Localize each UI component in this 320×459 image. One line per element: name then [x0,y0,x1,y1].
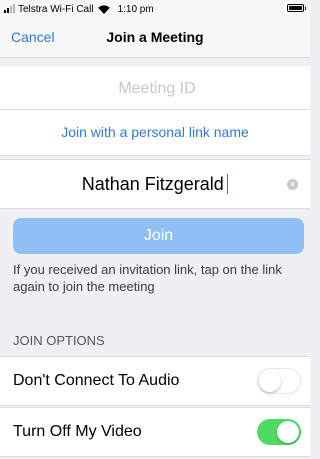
join-button[interactable]: Join [13,218,304,254]
video-toggle[interactable] [257,419,301,445]
clear-text-icon[interactable]: ✕ [287,179,298,190]
status-time: 1:10 pm [117,3,154,15]
screen-name-row: Nathan Fitzgerald ✕ [0,159,310,209]
navigation-bar: Cancel Join a Meeting [0,18,310,58]
option-row-video: Turn Off My Video [0,407,310,457]
wifi-icon [97,4,110,14]
option-row-audio: Don't Connect To Audio [0,356,310,406]
audio-toggle[interactable] [257,368,301,394]
option-label-video: Turn Off My Video [13,423,142,440]
toggle-knob [259,369,281,392]
cellular-signal-icon [4,4,15,13]
carrier-name: Telstra Wi-Fi Call [18,3,94,15]
join-options-header: JOIN OPTIONS [13,333,105,348]
screen-name-field[interactable]: Nathan Fitzgerald [0,174,310,195]
page-title: Join a Meeting [106,29,204,45]
personal-link-label: Join with a personal link name [61,124,249,140]
screen-name-value: Nathan Fitzgerald [81,174,224,194]
battery-icon [287,4,306,12]
text-cursor [226,174,229,194]
personal-link-button[interactable]: Join with a personal link name [0,110,310,156]
meeting-id-row [0,66,314,111]
option-label-audio: Don't Connect To Audio [13,372,180,389]
meeting-id-input[interactable] [0,66,314,111]
invitation-hint: If you received an invitation link, tap … [13,262,282,294]
status-bar: Telstra Wi-Fi Call 1:10 pm [0,0,310,18]
toggle-knob [277,421,299,443]
